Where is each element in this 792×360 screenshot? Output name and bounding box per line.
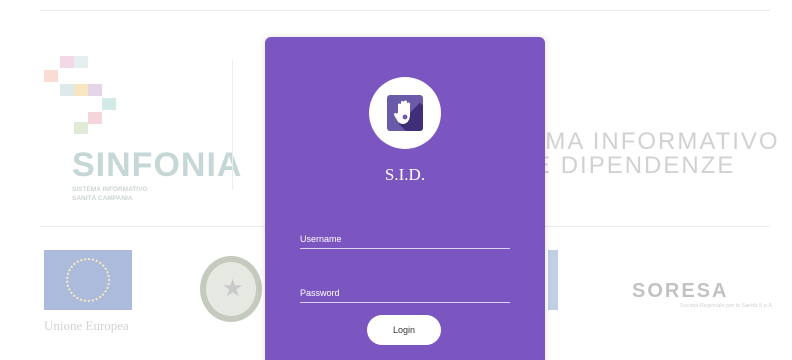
sinfonia-subtitle: SISTEMA INFORMATIVO SANITÀ CAMPANIA — [72, 185, 192, 203]
app-title: S.I.D. — [384, 165, 426, 184]
sinfonia-subtitle-line2: SANITÀ CAMPANIA — [72, 195, 133, 202]
hand-stop-icon — [387, 95, 423, 131]
eu-flag-icon — [44, 250, 132, 310]
sinfonia-logo-squares — [44, 56, 124, 146]
username-input[interactable] — [300, 223, 510, 249]
soresa-brand: SORESA — [632, 280, 729, 302]
login-button[interactable]: Login — [367, 315, 441, 345]
password-input[interactable] — [300, 277, 510, 303]
eu-label: Unione Europea — [44, 318, 129, 333]
sinfonia-subtitle-line1: SISTEMA INFORMATIVO — [72, 186, 148, 193]
vertical-divider — [232, 60, 233, 190]
app-logo-circle — [369, 77, 441, 149]
region-logo-icon — [548, 250, 558, 310]
italian-emblem-icon: ★ — [200, 256, 262, 322]
sinfonia-brand: SINFONIA — [72, 146, 243, 184]
login-card: S.I.D. Login — [265, 37, 545, 360]
soresa-subtitle: Società Regionale per la Sanità S.p.A. — [680, 303, 774, 309]
